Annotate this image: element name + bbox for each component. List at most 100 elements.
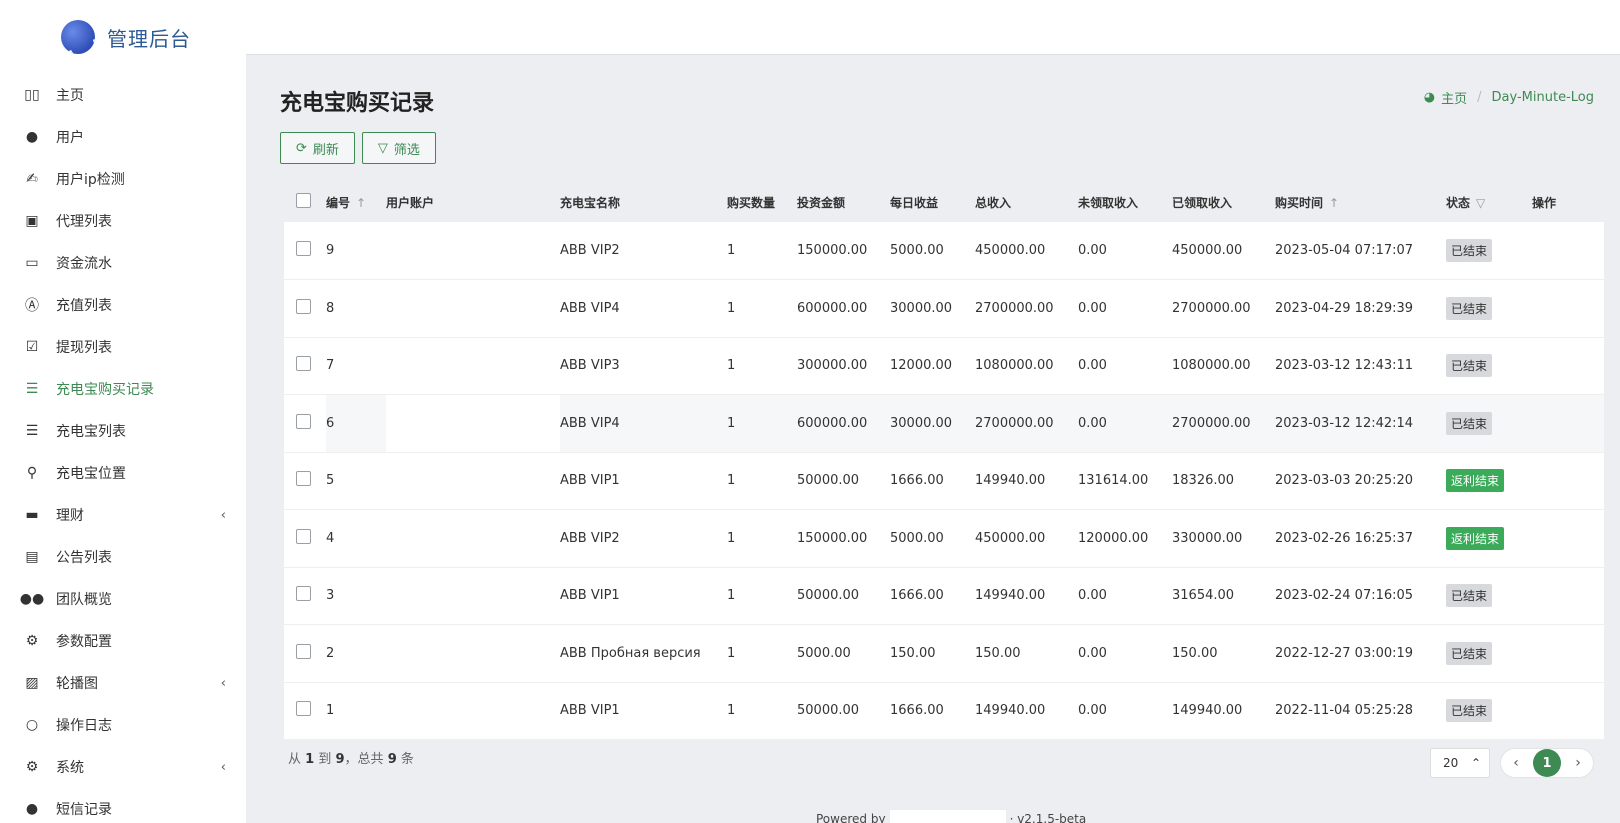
image-icon: ▨ (25, 675, 39, 691)
cell-id: 6 (326, 394, 386, 452)
next-page-button[interactable]: › (1569, 755, 1587, 771)
chevron-left-icon: ‹ (220, 676, 226, 691)
sidebar-item-6[interactable]: ☑ 提现列表 (0, 326, 246, 368)
row-checkbox[interactable] (296, 643, 311, 659)
cell-daily: 12000.00 (890, 358, 953, 374)
sidebar-item-10[interactable]: ▬ 理财 ‹ (0, 494, 246, 536)
sidebar-item-label: 公告列表 (56, 550, 112, 566)
sidebar-item-16[interactable]: ⚙ 系统 ‹ (0, 746, 246, 788)
sidebar-item-14[interactable]: ▨ 轮播图 ‹ (0, 662, 246, 704)
table-row[interactable]: 7 ABB VIP3 1 300000.00 12000.00 1080000.00 0.0… (284, 337, 1604, 395)
table-row[interactable]: 5 ABB VIP1 1 50000.00 1666.00 149940.00 131614… (284, 452, 1604, 510)
table-row[interactable]: 6 ABB VIP4 1 600000.00 30000.00 2700000.00 0.0… (284, 394, 1604, 452)
cell-invest: 50000.00 (797, 588, 860, 604)
table-row[interactable]: 8 ABB VIP4 1 600000.00 30000.00 2700000.00 0.0… (284, 279, 1604, 337)
cell-id: 3 (326, 588, 335, 604)
map-marker-icon: ⚲ (26, 465, 38, 481)
col-ops: 操作 (1532, 195, 1557, 210)
prev-page-button[interactable]: ‹ (1507, 755, 1525, 771)
sidebar-item-0[interactable]: ▯▯ 主页 (0, 74, 246, 116)
sidebar-item-4[interactable]: ▭ 资金流水 (0, 242, 246, 284)
col-claimed: 已领取收入 (1172, 195, 1233, 210)
sidebar-item-label: 主页 (56, 88, 84, 104)
sidebar-item-2[interactable]: ✍ 用户ip检测 (0, 158, 246, 200)
sidebar-item-9[interactable]: ⚲ 充电宝位置 (0, 452, 246, 494)
sidebar-item-label: 代理列表 (56, 214, 112, 230)
table-row[interactable]: 9 ABB VIP2 1 150000.00 5000.00 450000.00 0.00 4… (284, 222, 1604, 280)
page-nav: ‹ 1 › (1500, 748, 1594, 778)
col-time[interactable]: 购买时间 ↑ (1275, 182, 1446, 222)
cell-claimed: 2700000.00 (1172, 300, 1251, 316)
row-checkbox[interactable] (296, 413, 311, 429)
brand-logo[interactable]: 管理后台 (0, 0, 246, 74)
cell-invest: 150000.00 (797, 530, 868, 546)
sidebar-item-17[interactable]: ● 短信记录 (0, 788, 246, 823)
cell-name: ABB VIP4 (560, 394, 727, 452)
row-checkbox[interactable] (296, 586, 311, 602)
cell-time: 2023-03-03 20:25:20 (1275, 473, 1414, 489)
cell-qty: 1 (727, 645, 736, 661)
powered-by-label: Powered by (816, 812, 886, 823)
sidebar-item-3[interactable]: ▣ 代理列表 (0, 200, 246, 242)
cell-ops (1532, 222, 1604, 280)
cell-daily: 30000.00 (890, 394, 975, 452)
cell-claimed: 18326.00 (1172, 473, 1235, 489)
cell-ops (1532, 625, 1604, 683)
top-navbar (246, 0, 1620, 55)
row-checkbox[interactable] (296, 471, 311, 487)
select-all-checkbox[interactable] (296, 193, 311, 208)
status-badge: 返利结束 (1446, 526, 1505, 550)
cell-id: 9 (326, 243, 335, 258)
sidebar-item-8[interactable]: ☰ 充电宝列表 (0, 410, 246, 452)
filter-button[interactable]: ▽ 筛选 (361, 132, 436, 164)
sidebar-item-12[interactable]: ●● 团队概览 (0, 578, 246, 620)
version-label: · v2.1.5-beta (1009, 812, 1087, 823)
users-icon: ●● (19, 591, 45, 607)
table-row[interactable]: 2 ABB Пробная версия 1 5000.00 150.00 150.00 0… (284, 624, 1604, 683)
cell-unclaimed: 131614.00 (1078, 473, 1149, 489)
table-row[interactable]: 3 ABB VIP1 1 50000.00 1666.00 149940.00 0.00 31… (284, 567, 1604, 625)
sort-icon[interactable]: ↑ (356, 196, 366, 210)
col-id[interactable]: 编号 ↑ (326, 182, 386, 222)
row-checkbox[interactable] (296, 298, 311, 314)
sort-icon[interactable]: ↑ (1329, 196, 1339, 210)
col-status[interactable]: 状态 ▽ (1446, 182, 1532, 222)
row-checkbox[interactable] (296, 356, 311, 372)
cell-claimed: 1080000.00 (1172, 358, 1251, 374)
refresh-button[interactable]: ⟳ 刷新 (280, 132, 355, 164)
sidebar-item-label: 充值列表 (56, 298, 112, 314)
cell-name: ABB VIP2 (560, 243, 620, 258)
cell-name: ABB VIP1 (560, 473, 620, 489)
sidebar-item-7[interactable]: ☰ 充电宝购买记录 (0, 368, 246, 410)
sidebar-item-label: 充电宝列表 (56, 424, 126, 440)
sidebar-item-15[interactable]: ○ 操作日志 (0, 704, 246, 746)
row-checkbox[interactable] (296, 528, 311, 544)
cell-unclaimed: 0.00 (1078, 394, 1172, 452)
cell-qty: 1 (727, 300, 736, 316)
cell-time: 2023-05-04 07:17:07 (1275, 243, 1414, 258)
cell-claimed: 149940.00 (1172, 703, 1243, 719)
cell-time: 2023-02-26 16:25:37 (1275, 530, 1414, 546)
refresh-label: 刷新 (312, 141, 339, 157)
table-body: 9 ABB VIP2 1 150000.00 5000.00 450000.00 0.00 4… (284, 222, 1604, 740)
sidebar-item-5[interactable]: Ⓐ 充值列表 (0, 284, 246, 326)
page-1-button[interactable]: 1 (1533, 749, 1561, 777)
breadcrumb-home-link[interactable]: 主页 (1441, 88, 1467, 107)
table-row[interactable]: 4 ABB VIP2 1 150000.00 5000.00 450000.00 12000… (284, 509, 1604, 567)
cell-claimed: 450000.00 (1172, 243, 1243, 258)
sidebar-item-label: 参数配置 (56, 634, 112, 650)
toolbar: ⟳ 刷新 ▽ 筛选 (280, 132, 436, 164)
table-row[interactable]: 1 ABB VIP1 1 50000.00 1666.00 149940.00 0.00 14… (284, 682, 1604, 740)
sidebar-item-label: 充电宝位置 (56, 466, 126, 482)
sidebar-item-13[interactable]: ⚙ 参数配置 (0, 620, 246, 662)
page-size-select[interactable]: 20 ⌃ (1430, 748, 1490, 778)
col-total: 总收入 (975, 195, 1012, 210)
sidebar-item-label: 团队概览 (56, 592, 112, 608)
cell-qty: 1 (727, 473, 736, 489)
sidebar-item-1[interactable]: ● 用户 (0, 116, 246, 158)
sidebar-item-11[interactable]: ▤ 公告列表 (0, 536, 246, 578)
row-checkbox[interactable] (296, 701, 311, 717)
row-checkbox[interactable] (296, 241, 311, 256)
filter-icon[interactable]: ▽ (1476, 196, 1485, 210)
footer-powered-by: Powered by · v2.1.5-beta (816, 810, 1086, 823)
